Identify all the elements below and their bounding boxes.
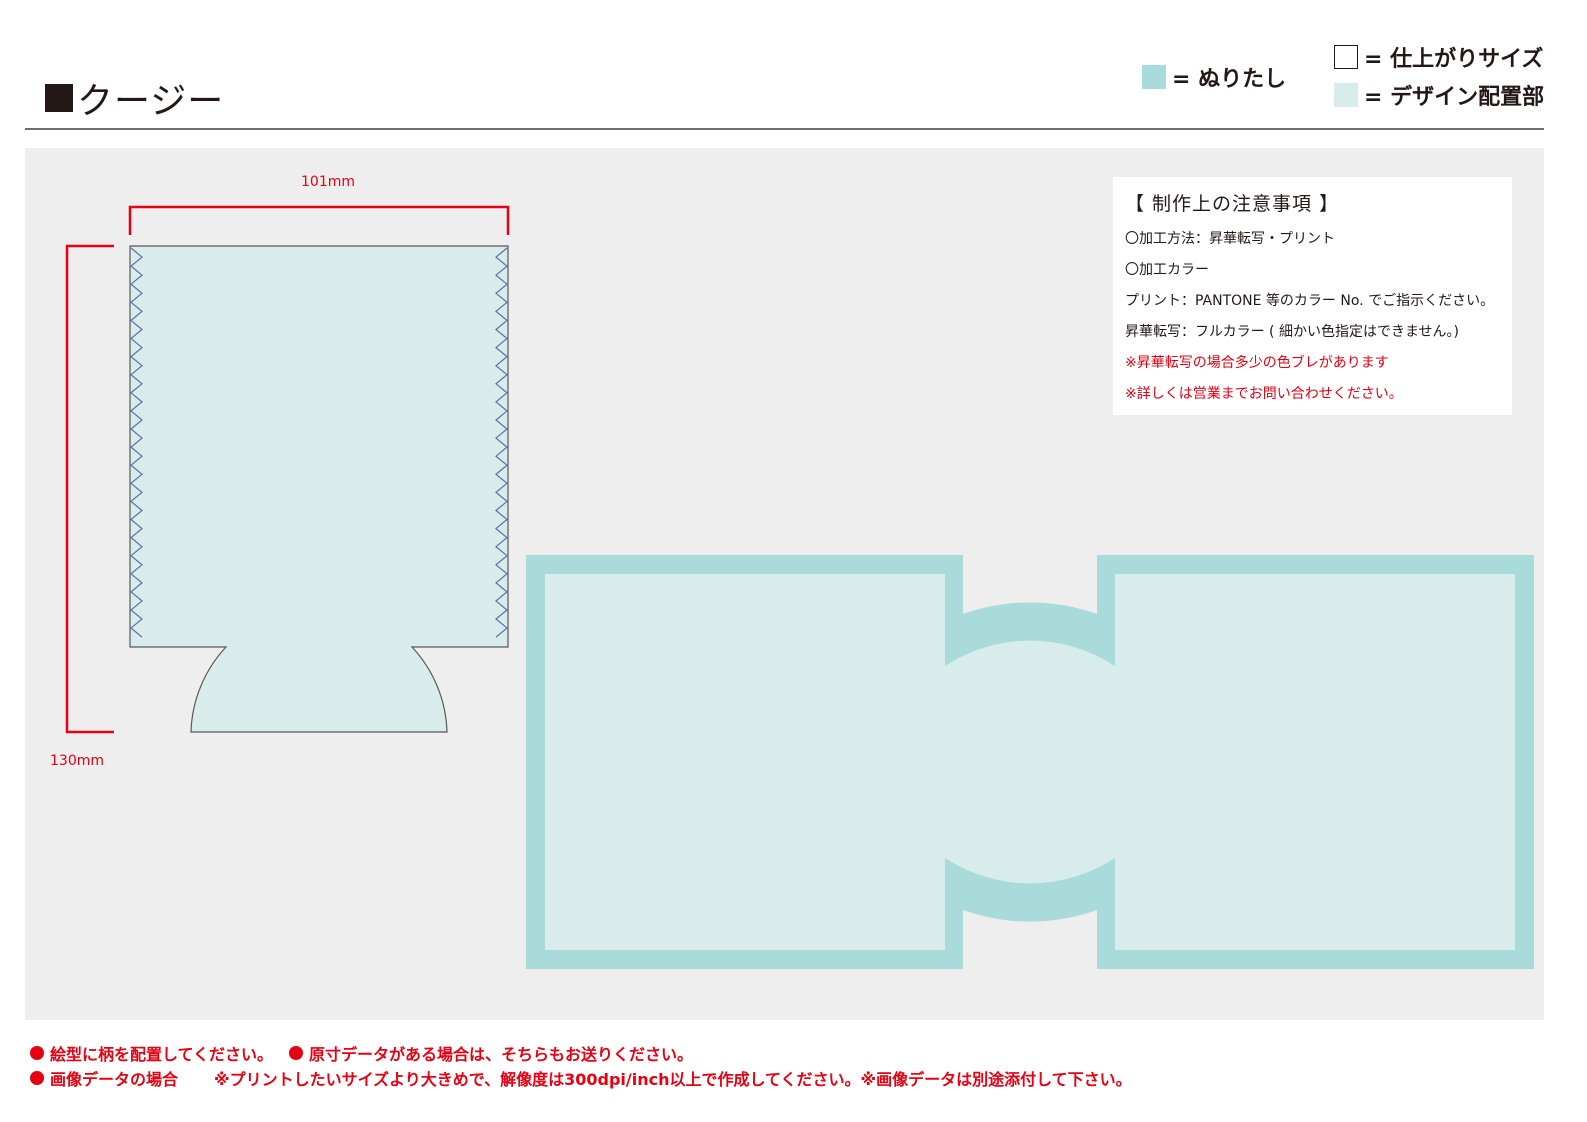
footer-item-3-label: 画像データの場合 — [50, 1070, 179, 1089]
footer-instructions-row-1: 絵型に柄を配置してください。 原寸データがある場合は、そちらもお送りください。 — [30, 1041, 693, 1065]
footer-item-2: 原寸データがある場合は、そちらもお送りください。 — [309, 1045, 694, 1064]
height-dimension-label: 130mm — [50, 753, 104, 769]
note-line: 〇加工方法：昇華転写・プリント — [1125, 231, 1335, 247]
width-dimension-label: 101mm — [301, 174, 355, 190]
template-artwork — [65, 205, 1534, 969]
footer-item-1: 絵型に柄を配置してください。 — [50, 1045, 274, 1064]
bullet-dot-icon — [289, 1046, 304, 1060]
note-line: 昇華転写：フルカラー ( 細かい色指定はできません。) — [1125, 324, 1459, 340]
footer-item-3-text: ※プリントしたいサイズより大きめで、解像度は300dpi/inch以上で作成して… — [214, 1070, 1132, 1089]
note-warning-line: ※詳しくは営業までお問い合わせください。 — [1125, 386, 1403, 402]
note-warning-line: ※昇華転写の場合多少の色ブレがあります — [1125, 355, 1389, 371]
notes-title: 【 制作上の注意事項 】 — [1125, 193, 1340, 215]
footer-instructions-row-2: 画像データの場合 ※プリントしたいサイズより大きめで、解像度は300dpi/in… — [30, 1066, 1132, 1090]
bullet-dot-icon — [30, 1046, 44, 1060]
production-notes-box: 【 制作上の注意事項 】 〇加工方法：昇華転写・プリント 〇加工カラー プリント… — [1113, 177, 1512, 415]
height-dimension-line — [65, 244, 114, 734]
note-line: プリント：PANTONE 等のカラー No. でご指示ください。 — [1125, 293, 1495, 309]
bullet-dot-icon — [30, 1071, 44, 1085]
koozie-template-shape — [129, 245, 509, 733]
width-dimension-line — [128, 205, 510, 235]
note-line: 〇加工カラー — [1125, 262, 1209, 278]
